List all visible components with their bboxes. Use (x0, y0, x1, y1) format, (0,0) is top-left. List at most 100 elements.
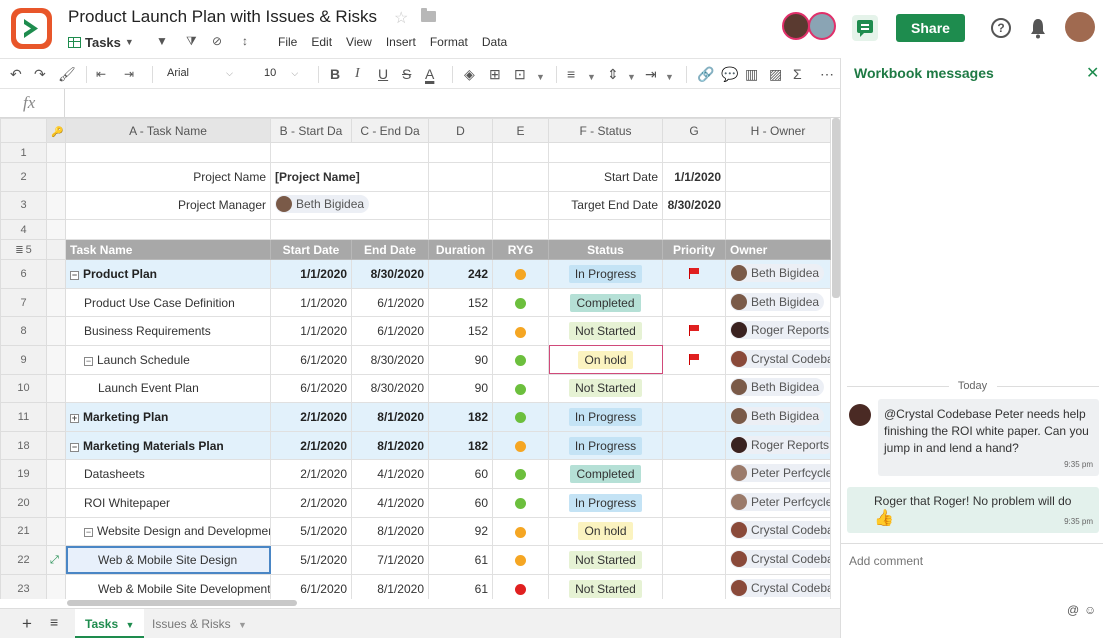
help-icon[interactable]: ? (991, 18, 1011, 38)
info-label-cell[interactable] (65, 219, 271, 241)
cell[interactable] (492, 219, 549, 241)
owner-cell[interactable]: Roger Reports (725, 430, 831, 461)
end-date-cell[interactable]: 8/30/2020 (351, 259, 429, 289)
indent-icon[interactable]: ⇥ (124, 65, 134, 83)
info-value-cell[interactable]: Beth Bigidea (270, 190, 429, 221)
menu-edit[interactable]: Edit (311, 35, 332, 49)
info-value-cell[interactable] (662, 142, 726, 163)
row-height-icon[interactable]: ↕ (242, 34, 248, 48)
cell[interactable] (492, 142, 549, 163)
avatar[interactable] (782, 12, 810, 40)
owner-chip[interactable]: Peter Perfcycle (730, 492, 830, 511)
underline-icon[interactable]: U (378, 65, 388, 83)
row-number[interactable]: 8 (0, 316, 47, 346)
row-action-cell[interactable] (46, 487, 66, 518)
row-number[interactable]: 10 (0, 373, 47, 404)
text-wrap-icon[interactable]: ⇥ (645, 65, 657, 83)
functions-icon[interactable]: Σ (793, 65, 802, 83)
priority-cell[interactable] (662, 459, 726, 489)
ryg-cell[interactable] (492, 430, 549, 461)
ryg-cell[interactable] (492, 287, 549, 318)
info-label-cell[interactable]: Project Name (65, 162, 271, 192)
cell[interactable] (725, 219, 831, 241)
info-value-cell[interactable]: 8/30/2020 (662, 190, 726, 221)
duration-cell[interactable]: 242 (428, 259, 493, 289)
row-action-cell[interactable] (46, 373, 66, 404)
owner-chip[interactable]: Peter Perfcycle (730, 464, 830, 483)
row-number[interactable]: 20 (0, 487, 47, 518)
duration-cell[interactable]: 152 (428, 316, 493, 346)
ryg-cell[interactable] (492, 316, 549, 346)
cell[interactable] (492, 162, 549, 192)
emoji-icon[interactable]: ☺ (1084, 603, 1096, 617)
owner-cell[interactable]: Crystal Codeba (725, 516, 831, 547)
row-number[interactable]: 11 (0, 402, 47, 432)
cell[interactable] (725, 142, 831, 163)
owner-cell[interactable]: Beth Bigidea (725, 402, 831, 432)
task-name-cell[interactable]: Datasheets (65, 459, 271, 489)
table-header-end[interactable]: End Date (351, 239, 429, 261)
app-logo[interactable] (11, 8, 52, 49)
user-avatar[interactable] (1065, 12, 1095, 42)
status-cell[interactable]: In Progress (548, 259, 663, 289)
more-icon[interactable]: ⋯ (820, 65, 834, 83)
tab-tasks[interactable]: Tasks ▼ (75, 609, 145, 638)
end-date-cell[interactable]: 4/1/2020 (351, 459, 429, 489)
status-cell[interactable]: In Progress (548, 487, 663, 518)
column-header-a[interactable]: A - Task Name (65, 118, 271, 143)
task-name-cell[interactable]: + Marketing Plan (65, 402, 271, 432)
info-label-cell[interactable]: Project Manager (65, 190, 271, 221)
row-action-cell[interactable] (46, 259, 66, 289)
duration-cell[interactable]: 61 (428, 573, 493, 599)
row-action-cell[interactable]: ⤢ (46, 545, 66, 575)
collapse-icon[interactable]: − (84, 528, 93, 538)
priority-cell[interactable] (662, 430, 726, 461)
column-header-c[interactable]: C - End Da (351, 118, 429, 143)
task-name-cell[interactable]: − Product Plan (65, 259, 271, 289)
row-action-cell[interactable] (46, 316, 66, 346)
info-value-cell[interactable] (270, 142, 429, 163)
task-name-cell[interactable]: Business Requirements (65, 316, 271, 346)
horizontal-scrollbar[interactable] (67, 600, 297, 606)
task-name-cell[interactable]: Web & Mobile Site Development (65, 573, 271, 599)
chevron-down-icon[interactable]: ▼ (587, 68, 596, 86)
row-number[interactable]: 9 (0, 344, 47, 375)
end-date-cell[interactable]: 4/1/2020 (351, 487, 429, 518)
task-name-cell[interactable]: − Marketing Materials Plan (65, 430, 271, 461)
row-number[interactable]: 22 (0, 545, 47, 575)
table-header-owner[interactable]: Owner (725, 239, 831, 261)
owner-chip[interactable]: Crystal Codeba (730, 349, 830, 368)
outdent-icon[interactable]: ⇤ (96, 65, 106, 83)
status-cell[interactable]: On hold (548, 516, 663, 547)
undo-icon[interactable]: ↶ (10, 65, 22, 83)
column-header-g[interactable]: G (662, 118, 726, 143)
status-cell[interactable]: Completed (548, 459, 663, 489)
add-sheet-button[interactable]: + (22, 614, 32, 634)
column-header-h[interactable]: H - Owner (725, 118, 831, 143)
document-title[interactable]: Product Launch Plan with Issues & Risks (68, 7, 377, 27)
table-header-start[interactable]: Start Date (270, 239, 352, 261)
status-cell[interactable]: Not Started (548, 545, 663, 575)
task-name-cell[interactable]: − Launch Schedule (65, 344, 271, 375)
owner-cell[interactable]: Peter Perfcycle (725, 459, 831, 489)
end-date-cell[interactable]: 6/1/2020 (351, 316, 429, 346)
close-icon[interactable]: ✕ (1086, 63, 1099, 83)
ryg-cell[interactable] (492, 259, 549, 289)
row-number[interactable]: 21 (0, 516, 47, 547)
end-date-cell[interactable]: 8/30/2020 (351, 373, 429, 404)
owner-cell[interactable]: Crystal Codeba (725, 344, 831, 375)
owner-cell[interactable]: Peter Perfcycle (725, 487, 831, 518)
cell[interactable] (725, 162, 831, 192)
duration-cell[interactable]: 182 (428, 402, 493, 432)
end-date-cell[interactable]: 7/1/2020 (351, 545, 429, 575)
bell-icon[interactable] (1030, 17, 1046, 39)
cell[interactable] (428, 190, 493, 221)
start-date-cell[interactable]: 2/1/2020 (270, 430, 352, 461)
cell[interactable] (428, 142, 493, 163)
priority-cell[interactable] (662, 573, 726, 599)
font-size-select[interactable]: 10 ⌵ (264, 67, 298, 79)
duration-cell[interactable]: 90 (428, 373, 493, 404)
end-date-cell[interactable]: 8/30/2020 (351, 344, 429, 375)
chart-icon[interactable]: ▥ (745, 65, 758, 83)
row-number[interactable]: 7 (0, 287, 47, 318)
